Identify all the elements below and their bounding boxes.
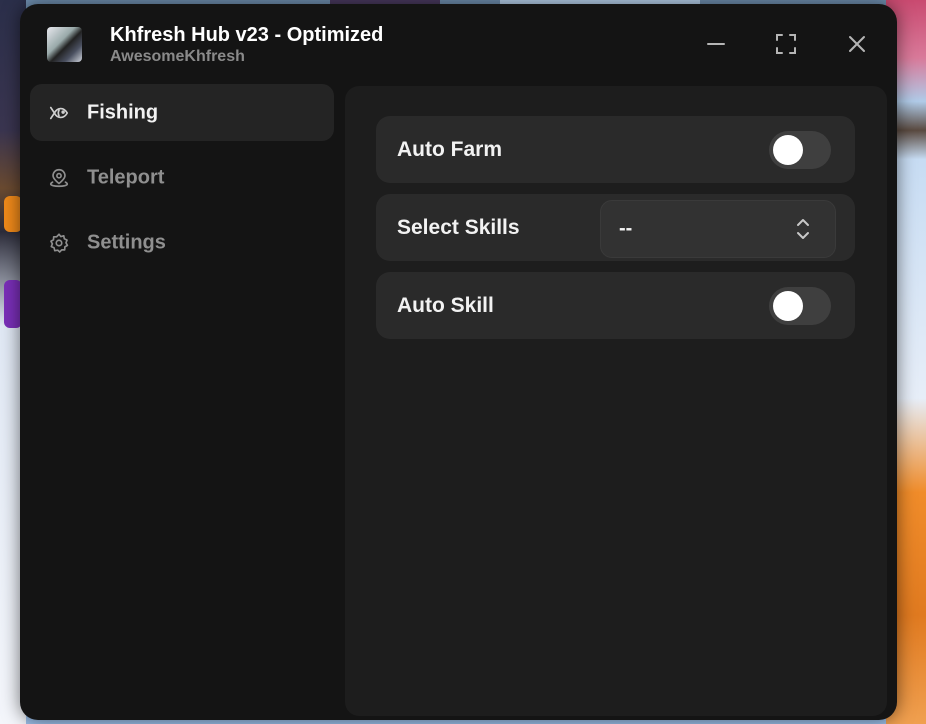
sidebar: Fishing Teleport Settings: [30, 84, 334, 279]
location-pin-icon: [49, 168, 69, 187]
option-row-select-skills: Select Skills --: [376, 194, 855, 261]
auto-farm-toggle[interactable]: [769, 130, 831, 169]
option-row-auto-farm: Auto Farm: [376, 116, 855, 183]
sidebar-item-label: Teleport: [87, 166, 165, 188]
hub-window: Khfresh Hub v23 - Optimized AwesomeKhfre…: [20, 4, 897, 720]
toggle-knob: [773, 134, 803, 165]
main-content-panel: Auto Farm Select Skills -- Auto Skill: [345, 86, 887, 716]
option-label: Select Skills: [397, 215, 520, 239]
close-icon: [849, 36, 865, 52]
maximize-icon: [776, 34, 796, 54]
fish-icon: [49, 106, 69, 119]
sidebar-item-fishing[interactable]: Fishing: [30, 84, 334, 141]
auto-skill-toggle[interactable]: [769, 286, 831, 325]
close-button[interactable]: [843, 30, 871, 58]
minimize-icon: [707, 43, 725, 45]
sidebar-item-teleport[interactable]: Teleport: [30, 149, 334, 206]
gear-icon: [50, 232, 69, 253]
sidebar-item-settings[interactable]: Settings: [30, 214, 334, 271]
chevron-up-down-icon: [797, 219, 809, 239]
option-label: Auto Skill: [397, 293, 494, 317]
toggle-knob: [773, 290, 803, 321]
select-skills-dropdown[interactable]: --: [600, 200, 836, 258]
hub-avatar: [47, 27, 82, 62]
option-row-auto-skill: Auto Skill: [376, 272, 855, 339]
maximize-button[interactable]: [772, 30, 800, 58]
dropdown-value: --: [619, 217, 633, 240]
title-bar[interactable]: Khfresh Hub v23 - Optimized AwesomeKhfre…: [20, 4, 897, 82]
option-label: Auto Farm: [397, 137, 502, 161]
sidebar-item-label: Fishing: [87, 101, 159, 123]
window-title: Khfresh Hub v23 - Optimized: [110, 24, 384, 46]
minimize-button[interactable]: [702, 30, 730, 58]
sidebar-item-label: Settings: [87, 231, 166, 253]
window-subtitle: AwesomeKhfresh: [110, 48, 245, 65]
